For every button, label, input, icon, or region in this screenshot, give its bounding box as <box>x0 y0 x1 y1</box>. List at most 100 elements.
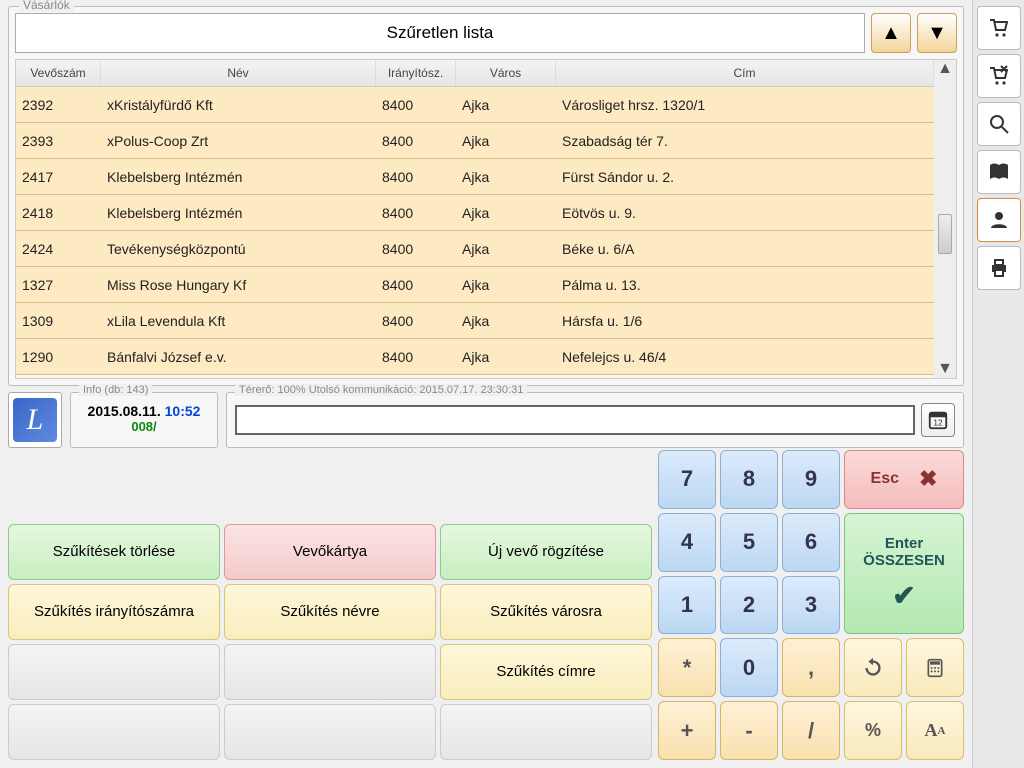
col-city[interactable]: Város <box>456 60 556 86</box>
cell-city: Ajka <box>456 241 556 257</box>
sort-up-button[interactable]: ▲ <box>871 13 911 53</box>
empty-button-1[interactable] <box>8 644 220 700</box>
key-7[interactable]: 7 <box>658 450 716 509</box>
cell-id: 2417 <box>16 169 101 185</box>
print-button[interactable] <box>977 246 1021 290</box>
empty-button-5[interactable] <box>440 704 652 760</box>
col-addr[interactable]: Cím <box>556 60 934 86</box>
col-name[interactable]: Név <box>101 60 376 86</box>
table-row[interactable]: 2393xPolus-Coop Zrt8400AjkaSzabadság tér… <box>16 123 934 159</box>
cell-name: Miss Rose Hungary Kf <box>101 277 376 293</box>
cell-zip: 8400 <box>376 349 456 365</box>
key-4[interactable]: 4 <box>658 513 716 572</box>
info-box: Info (db: 143) 2015.08.11. 10:52 008/ <box>70 392 218 448</box>
printer-icon <box>987 256 1011 280</box>
key-comma[interactable]: , <box>782 638 840 697</box>
table-row[interactable]: 1290Bánfalvi József e.v.8400AjkaNefelejc… <box>16 339 934 375</box>
key-9[interactable]: 9 <box>782 450 840 509</box>
customer-button[interactable] <box>977 198 1021 242</box>
cell-id: 2393 <box>16 133 101 149</box>
col-id[interactable]: Vevőszám <box>16 60 101 86</box>
table-row[interactable]: 1327Miss Rose Hungary Kf8400AjkaPálma u.… <box>16 267 934 303</box>
key-0[interactable]: 0 <box>720 638 778 697</box>
clear-filters-button[interactable]: Szűkítések törlése <box>8 524 220 580</box>
table-row[interactable]: 2424Tevékenységközpontú8400AjkaBéke u. 6… <box>16 231 934 267</box>
key-font[interactable]: AA <box>906 701 964 760</box>
calculator-icon <box>925 658 945 678</box>
enter-label-1: Enter <box>885 535 923 552</box>
col-zip[interactable]: Irányítósz. <box>376 60 456 86</box>
scroll-down-icon[interactable]: ▼ <box>937 360 953 378</box>
key-undo[interactable] <box>844 638 902 697</box>
cell-name: Klebelsberg Intézmén <box>101 169 376 185</box>
key-calc[interactable] <box>906 638 964 697</box>
logo: L <box>8 392 62 448</box>
check-icon: ✔ <box>892 579 915 612</box>
sort-down-button[interactable]: ▼ <box>917 13 957 53</box>
undo-icon <box>862 657 884 679</box>
key-5[interactable]: 5 <box>720 513 778 572</box>
key-minus[interactable]: - <box>720 701 778 760</box>
info-legend: Info (db: 143) <box>79 384 152 396</box>
customers-legend: Vásárlók <box>19 0 74 12</box>
key-2[interactable]: 2 <box>720 576 778 635</box>
empty-button-3[interactable] <box>8 704 220 760</box>
table-row[interactable]: 2392xKristályfürdő Kft8400AjkaVárosliget… <box>16 87 934 123</box>
table-row[interactable]: 2418Klebelsberg Intézmén8400AjkaEötvös u… <box>16 195 934 231</box>
key-slash[interactable]: / <box>782 701 840 760</box>
key-8[interactable]: 8 <box>720 450 778 509</box>
key-1[interactable]: 1 <box>658 576 716 635</box>
cell-addr: Hársfa u. 1/6 <box>556 313 934 329</box>
cell-name: Tevékenységközpontú <box>101 241 376 257</box>
filter-zip-button[interactable]: Szűkítés irányítószámra <box>8 584 220 640</box>
cell-zip: 8400 <box>376 277 456 293</box>
keypad: 7 8 9 Esc✖ 4 5 6 Enter ÖSSZESEN ✔ 1 2 3 … <box>658 450 964 760</box>
filter-title: Szűretlen lista <box>15 13 865 53</box>
signal-legend: Térerő: 100% Utolsó kommunikáció: 2015.0… <box>235 384 527 396</box>
key-6[interactable]: 6 <box>782 513 840 572</box>
cell-addr: Pálma u. 13. <box>556 277 934 293</box>
scroll-up-icon[interactable]: ▲ <box>937 60 953 78</box>
command-input[interactable] <box>235 405 915 435</box>
cell-city: Ajka <box>456 277 556 293</box>
cell-zip: 8400 <box>376 97 456 113</box>
table-row[interactable]: 2417Klebelsberg Intézmén8400AjkaFürst Sá… <box>16 159 934 195</box>
book-button[interactable] <box>977 150 1021 194</box>
filter-name-button[interactable]: Szűkítés névre <box>224 584 436 640</box>
cell-city: Ajka <box>456 133 556 149</box>
key-percent[interactable]: % <box>844 701 902 760</box>
cell-zip: 8400 <box>376 133 456 149</box>
cell-addr: Béke u. 6/A <box>556 241 934 257</box>
cell-city: Ajka <box>456 349 556 365</box>
right-sidebar <box>972 0 1024 768</box>
cart-remove-button[interactable] <box>977 54 1021 98</box>
svg-text:12: 12 <box>933 418 943 427</box>
person-icon <box>987 208 1011 232</box>
cell-zip: 8400 <box>376 169 456 185</box>
calendar-button[interactable]: 12 <box>921 403 955 437</box>
key-esc[interactable]: Esc✖ <box>844 450 964 509</box>
search-button[interactable] <box>977 102 1021 146</box>
table-row[interactable]: 1309xLila Levendula Kft8400AjkaHársfa u.… <box>16 303 934 339</box>
cell-zip: 8400 <box>376 313 456 329</box>
signal-box: Térerő: 100% Utolsó kommunikáció: 2015.0… <box>226 392 964 448</box>
empty-button-2[interactable] <box>224 644 436 700</box>
filter-addr-button[interactable]: Szűkítés címre <box>440 644 652 700</box>
scroll-thumb[interactable] <box>938 214 952 254</box>
table-scrollbar[interactable]: ▲ ▼ <box>934 60 956 378</box>
new-customer-button[interactable]: Új vevő rögzítése <box>440 524 652 580</box>
cart-button[interactable] <box>977 6 1021 50</box>
key-plus[interactable]: + <box>658 701 716 760</box>
cell-city: Ajka <box>456 313 556 329</box>
key-star[interactable]: * <box>658 638 716 697</box>
filter-city-button[interactable]: Szűkítés városra <box>440 584 652 640</box>
customer-card-button[interactable]: Vevőkártya <box>224 524 436 580</box>
cart-icon <box>987 16 1011 40</box>
cell-id: 2418 <box>16 205 101 221</box>
info-code: 008/ <box>79 419 209 434</box>
key-enter[interactable]: Enter ÖSSZESEN ✔ <box>844 513 964 635</box>
table-header: Vevőszám Név Irányítósz. Város Cím <box>16 60 934 87</box>
cell-name: xLila Levendula Kft <box>101 313 376 329</box>
empty-button-4[interactable] <box>224 704 436 760</box>
key-3[interactable]: 3 <box>782 576 840 635</box>
